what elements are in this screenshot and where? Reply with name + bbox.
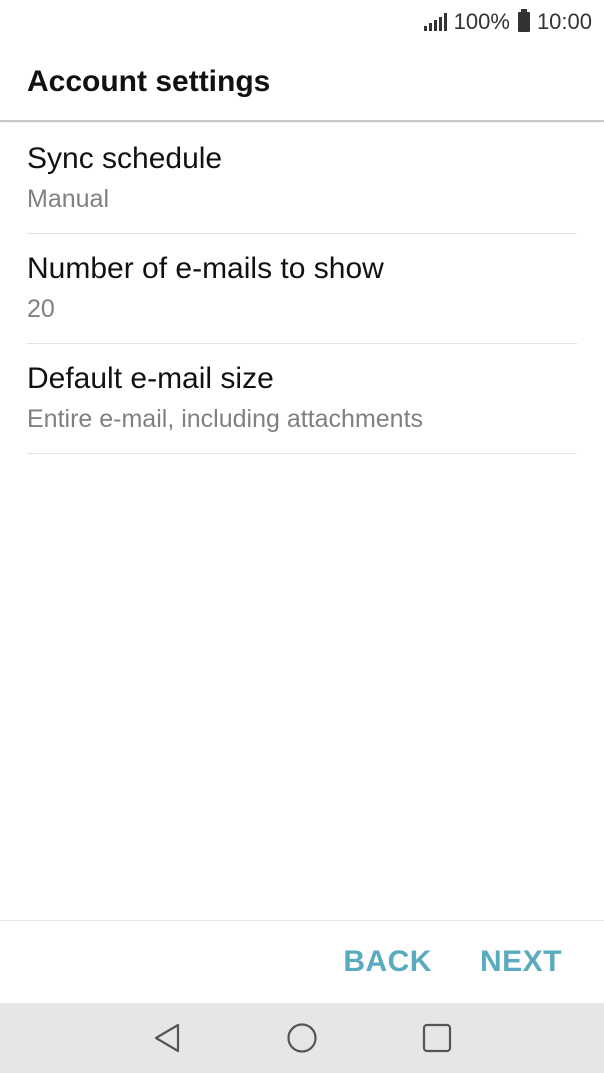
- recents-square-icon: [422, 1023, 451, 1053]
- next-button[interactable]: NEXT: [480, 945, 562, 979]
- battery-percent: 100%: [453, 9, 510, 34]
- home-circle-icon: [287, 1023, 317, 1053]
- screen: 100% 10:00 Account settings Sync schedul…: [0, 0, 604, 1073]
- battery-icon: [517, 9, 530, 32]
- settings-list: Sync schedule Manual Number of e-mails t…: [27, 124, 577, 454]
- action-bar: BACK NEXT: [0, 920, 604, 1003]
- setting-value: Manual: [27, 185, 109, 213]
- setting-title: Default e-mail size: [27, 362, 274, 395]
- signal-icon: [423, 13, 447, 31]
- status-bar: 100% 10:00: [0, 0, 604, 44]
- nav-back-button[interactable]: [137, 1008, 197, 1068]
- page-title: Account settings: [27, 65, 271, 98]
- setting-sync-schedule[interactable]: Sync schedule Manual: [27, 124, 577, 234]
- header: Account settings: [0, 44, 604, 122]
- setting-default-email-size[interactable]: Default e-mail size Entire e-mail, inclu…: [27, 344, 577, 454]
- nav-recents-button[interactable]: [407, 1008, 467, 1068]
- setting-value: Entire e-mail, including attachments: [27, 405, 424, 433]
- setting-number-of-emails[interactable]: Number of e-mails to show 20: [27, 234, 577, 344]
- navigation-bar: [0, 1003, 604, 1073]
- setting-title: Sync schedule: [27, 142, 223, 175]
- setting-title: Number of e-mails to show: [27, 252, 384, 285]
- back-triangle-icon: [155, 1023, 180, 1053]
- back-button[interactable]: BACK: [343, 945, 432, 979]
- clock: 10:00: [536, 9, 592, 34]
- setting-value: 20: [27, 295, 55, 323]
- nav-home-button[interactable]: [272, 1008, 332, 1068]
